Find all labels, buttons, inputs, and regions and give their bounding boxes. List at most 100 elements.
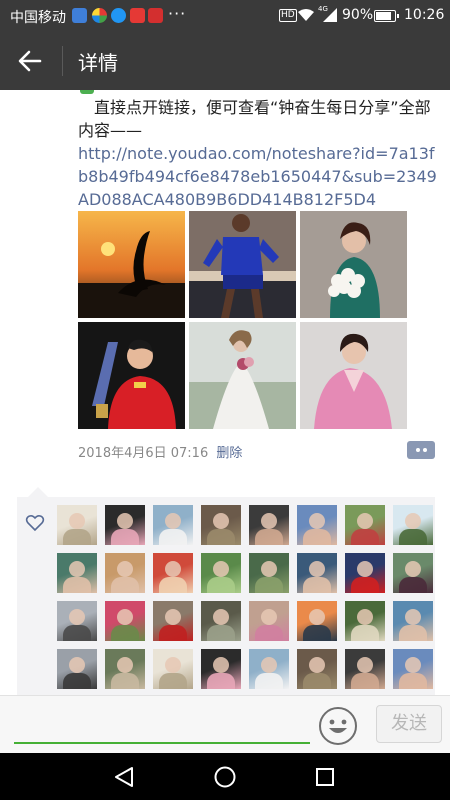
liker-avatar[interactable] [201, 601, 241, 641]
liker-avatar[interactable] [105, 649, 145, 689]
comment-dot [423, 448, 427, 452]
liker-avatar[interactable] [201, 553, 241, 593]
avatar-figure [159, 673, 187, 689]
liker-avatar[interactable] [153, 601, 193, 641]
avatar-figure [405, 609, 421, 625]
post-text: 直接点开链接，便可查看“钟奋生每日分享”全部内容—— [78, 98, 431, 140]
notification-weibo-icon [111, 8, 126, 23]
image-table-tennis-trophy[interactable] [78, 322, 185, 429]
comment-action-icon[interactable] [407, 441, 435, 459]
avatar-figure [255, 673, 283, 689]
liker-avatar[interactable] [345, 553, 385, 593]
liker-avatar[interactable] [393, 649, 433, 689]
image-woman-pink-suit[interactable] [300, 322, 407, 429]
liker-avatar[interactable] [105, 553, 145, 593]
liker-avatar[interactable] [297, 649, 337, 689]
notification-pdd-icon [130, 8, 145, 23]
liker-avatar[interactable] [345, 649, 385, 689]
liker-avatar[interactable] [345, 505, 385, 545]
liker-avatar[interactable] [201, 505, 241, 545]
notification-browser-icon [92, 8, 107, 23]
emoji-icon[interactable] [318, 706, 358, 746]
title-divider [62, 46, 63, 76]
image-grid [78, 211, 410, 429]
avatar-figure [261, 513, 277, 529]
image-sunset-crane[interactable] [78, 211, 185, 318]
moment-detail: 直接点开链接，便可查看“钟奋生每日分享”全部内容—— http://note.y… [0, 90, 450, 695]
avatar-figure [213, 657, 229, 673]
system-nav-bar [0, 753, 450, 800]
liker-avatar[interactable] [57, 601, 97, 641]
avatar-figure [303, 625, 331, 641]
avatar-figure [303, 673, 331, 689]
image-bride-field[interactable] [189, 322, 296, 429]
heart-outline-icon [25, 514, 45, 532]
avatar-figure [405, 657, 421, 673]
liker-avatar[interactable] [345, 601, 385, 641]
clock: 10:26 [404, 7, 445, 23]
avatar-figure [309, 561, 325, 577]
liker-avatar[interactable] [393, 601, 433, 641]
post-link[interactable]: http://note.youdao.com/noteshare?id=7a13… [78, 142, 438, 211]
liker-avatar[interactable] [393, 505, 433, 545]
send-button[interactable]: 发送 [376, 705, 442, 743]
liker-avatar[interactable] [297, 601, 337, 641]
liker-avatar[interactable] [57, 649, 97, 689]
comment-input[interactable] [14, 710, 310, 744]
avatar-figure [165, 561, 181, 577]
liker-avatar[interactable] [297, 553, 337, 593]
likes-arrow [28, 487, 48, 497]
liker-avatar[interactable] [153, 553, 193, 593]
image-woman-roses[interactable] [300, 211, 407, 318]
avatar-figure [111, 673, 139, 689]
liker-avatar[interactable] [297, 505, 337, 545]
avatar-figure [165, 609, 181, 625]
liker-avatar[interactable] [57, 553, 97, 593]
liker-avatar[interactable] [249, 649, 289, 689]
back-arrow-icon[interactable] [16, 47, 44, 75]
home-circle-icon[interactable] [213, 765, 237, 789]
liker-avatar[interactable] [249, 505, 289, 545]
avatar-figure [303, 529, 331, 545]
liker-avatar[interactable] [201, 649, 241, 689]
avatar-figure [351, 529, 379, 545]
signal-icon [323, 8, 337, 22]
status-bar: 中国移动 ··· HD 4G 90% 10:26 [0, 0, 450, 32]
post-date: 2018年4月6日 07:16 [78, 446, 209, 461]
liker-avatar[interactable] [105, 601, 145, 641]
avatar-figure [405, 513, 421, 529]
avatar-figure [357, 561, 373, 577]
avatar-figure [399, 529, 427, 545]
liker-avatar[interactable] [153, 649, 193, 689]
liker-avatar[interactable] [153, 505, 193, 545]
back-triangle-icon[interactable] [112, 765, 136, 789]
avatar-figure [207, 673, 235, 689]
avatar-figure [261, 609, 277, 625]
delete-link[interactable]: 删除 [216, 446, 242, 461]
hd-label: HD [279, 9, 297, 22]
liker-avatar[interactable] [249, 553, 289, 593]
avatar-figure [207, 577, 235, 593]
avatar-figure [309, 513, 325, 529]
avatar-figure [63, 529, 91, 545]
page-title: 详情 [78, 51, 118, 75]
avatar-figure [351, 625, 379, 641]
image-soccer-player[interactable] [189, 211, 296, 318]
avatar-figure [261, 657, 277, 673]
comment-input-bar: 发送 [0, 695, 450, 753]
author-avatar[interactable] [80, 90, 94, 94]
avatar-figure [399, 577, 427, 593]
recents-square-icon[interactable] [313, 765, 337, 789]
notification-app-icon [72, 8, 87, 23]
battery-percent: 90% [342, 7, 374, 23]
avatar-figure [255, 625, 283, 641]
liker-avatar[interactable] [393, 553, 433, 593]
liker-avatar[interactable] [105, 505, 145, 545]
avatar-figure [303, 577, 331, 593]
liker-avatar[interactable] [249, 601, 289, 641]
avatar-figure [213, 561, 229, 577]
liker-avatar[interactable] [57, 505, 97, 545]
avatar-figure [159, 625, 187, 641]
avatar-figure [399, 625, 427, 641]
avatar-figure [63, 625, 91, 641]
